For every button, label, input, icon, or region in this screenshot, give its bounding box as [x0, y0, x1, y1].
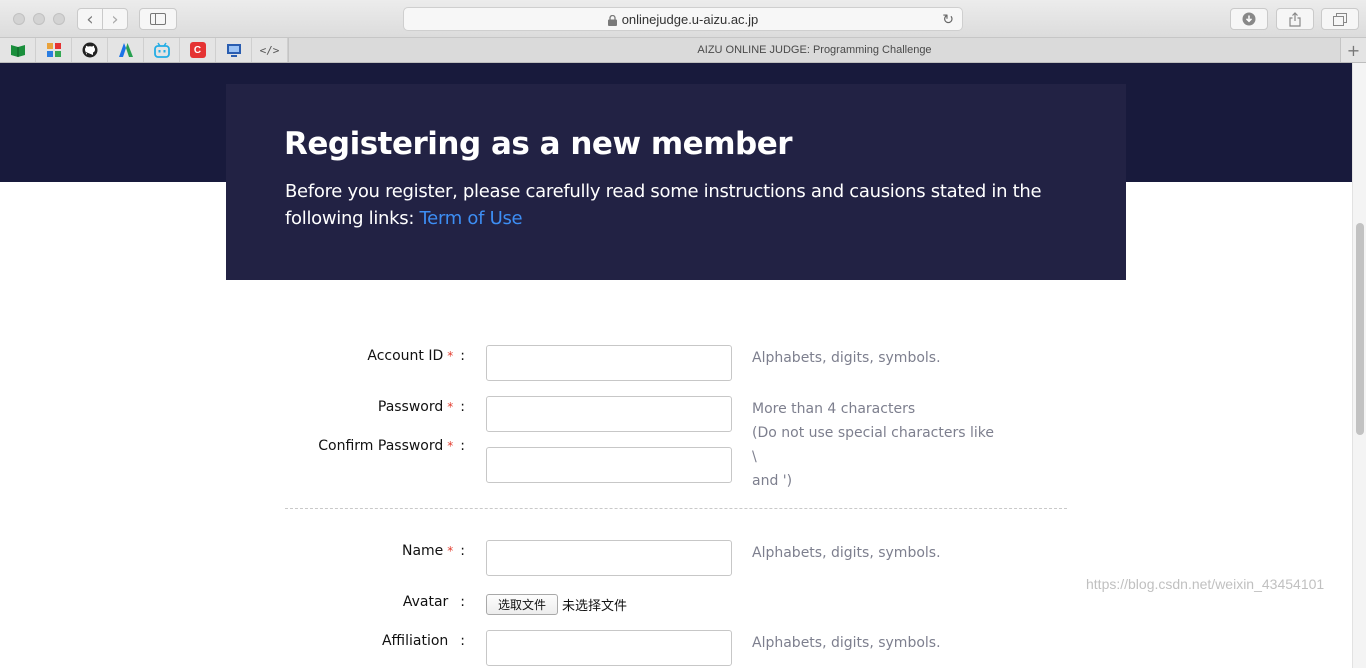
share-icon [1289, 11, 1301, 27]
confirm-password-label: Confirm Password *: [275, 438, 465, 454]
avatar-label-text: Avatar [402, 594, 449, 610]
chevron-right-icon: › [111, 8, 119, 30]
password-label: Password *: [275, 399, 465, 415]
zoom-window-button[interactable] [53, 13, 65, 25]
reload-icon[interactable]: ↻ [942, 11, 954, 28]
hero-intro-text: Before you register, please carefully re… [285, 181, 1042, 229]
confirm-password-input[interactable] [486, 447, 732, 483]
bookmark-7[interactable] [216, 38, 252, 62]
section-divider [285, 508, 1067, 509]
bookmarks-bar: C </> AIZU ONLINE JUDGE: Programming Cha… [0, 38, 1366, 63]
name-hint: Alphabets, digits, symbols. [752, 545, 941, 561]
label-colon: : [460, 633, 465, 649]
avatar-label: Avatar: [275, 594, 465, 610]
hero-banner: Registering as a new member Before you r… [226, 84, 1126, 280]
code-icon: </> [259, 43, 280, 57]
password-hint-line: and ') [752, 473, 793, 489]
url-text: onlinejudge.u-aizu.ac.jp [621, 11, 759, 27]
bookmark-2[interactable] [36, 38, 72, 62]
lock-icon [607, 14, 617, 26]
account-id-label-text: Account ID [367, 348, 444, 364]
downloads-button[interactable] [1230, 8, 1268, 30]
new-tab-button[interactable]: + [1340, 38, 1366, 62]
label-colon: : [460, 348, 465, 364]
hero-intro: Before you register, please carefully re… [285, 178, 1045, 232]
name-label: Name *: [275, 543, 465, 559]
sidebar-toggle-button[interactable] [139, 8, 177, 30]
download-icon [1242, 12, 1256, 26]
bookmark-5[interactable] [144, 38, 180, 62]
required-mark: * [447, 400, 454, 414]
account-id-label: Account ID *: [275, 348, 465, 364]
close-window-button[interactable] [13, 13, 25, 25]
csdn-icon: C [189, 42, 206, 58]
watermark-text: https://blog.csdn.net/weixin_43454101 [1086, 576, 1325, 592]
bookmark-6[interactable]: C [180, 38, 216, 62]
grid-icon [46, 43, 61, 57]
github-icon [82, 42, 97, 58]
address-bar[interactable]: onlinejudge.u-aizu.ac.jp ↻ [403, 7, 963, 31]
tabs-overview-button[interactable] [1321, 8, 1359, 30]
sidebar-icon [150, 13, 166, 25]
label-colon: : [460, 594, 465, 610]
file-status-text: 未选择文件 [562, 599, 628, 614]
azure-icon [118, 43, 133, 57]
scrollbar-thumb[interactable] [1356, 223, 1364, 435]
chevron-left-icon: ‹ [86, 8, 94, 30]
required-mark: * [447, 544, 454, 558]
affiliation-label: Affiliation: [275, 633, 465, 649]
affiliation-label-text: Affiliation [381, 633, 449, 649]
required-mark: * [447, 349, 454, 363]
page-scrollbar[interactable] [1352, 63, 1366, 668]
share-button[interactable] [1276, 8, 1314, 30]
forward-button[interactable]: › [102, 8, 128, 30]
term-of-use-link[interactable]: Term of Use [420, 208, 523, 229]
monitor-icon [226, 44, 241, 57]
label-colon: : [460, 399, 465, 415]
back-button[interactable]: ‹ [77, 8, 103, 30]
bookmark-4[interactable] [108, 38, 144, 62]
minimize-window-button[interactable] [33, 13, 45, 25]
choose-file-button[interactable]: 选取文件 [486, 594, 558, 615]
label-colon: : [460, 543, 465, 559]
password-label-text: Password [377, 399, 444, 415]
affiliation-hint: Alphabets, digits, symbols. [752, 635, 941, 651]
label-colon: : [460, 438, 465, 454]
affiliation-input[interactable] [486, 630, 732, 666]
confirm-password-label-text: Confirm Password [318, 438, 444, 454]
bookmark-3[interactable] [72, 38, 108, 62]
tab-title[interactable]: AIZU ONLINE JUDGE: Programming Challenge [288, 38, 1340, 62]
tabs-icon [1333, 12, 1347, 26]
account-id-input[interactable] [486, 345, 732, 381]
account-id-hint: Alphabets, digits, symbols. [752, 350, 941, 366]
book-icon [10, 45, 25, 57]
browser-toolbar: ‹ › onlinejudge.u-aizu.ac.jp ↻ [0, 0, 1366, 38]
bookmark-8[interactable]: </> [252, 38, 288, 62]
password-hint-line: More than 4 characters [752, 401, 916, 417]
password-hint-line: (Do not use special characters like \ [752, 425, 994, 465]
bilibili-icon [153, 42, 170, 58]
required-mark: * [447, 439, 454, 453]
name-input[interactable] [486, 540, 732, 576]
bookmark-1[interactable] [0, 38, 36, 62]
password-input[interactable] [486, 396, 732, 432]
password-hint: More than 4 characters (Do not use speci… [752, 397, 1002, 493]
page-title: Registering as a new member [284, 126, 793, 162]
name-label-text: Name [401, 543, 444, 559]
